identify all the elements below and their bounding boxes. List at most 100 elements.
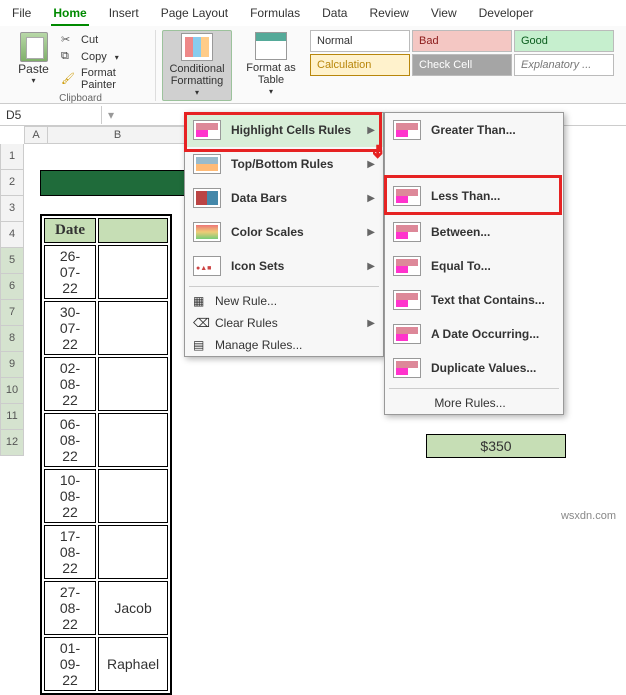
menu-equal-to[interactable]: Equal To... bbox=[385, 249, 563, 283]
tab-formulas[interactable]: Formulas bbox=[248, 4, 302, 26]
row-4[interactable]: 4 bbox=[0, 222, 24, 248]
menu-label: Text that Contains... bbox=[431, 293, 545, 307]
ribbon-tabs: File Home Insert Page Layout Formulas Da… bbox=[0, 0, 626, 26]
row-1[interactable]: 1 bbox=[0, 144, 24, 170]
paste-label: Paste bbox=[18, 62, 49, 76]
menu-between[interactable]: Between... bbox=[385, 215, 563, 249]
style-bad[interactable]: Bad bbox=[412, 30, 512, 52]
menu-duplicate-values[interactable]: Duplicate Values... bbox=[385, 351, 563, 385]
cell-name-jacob[interactable]: Jacob bbox=[98, 581, 168, 635]
menu-date-occurring[interactable]: A Date Occurring... bbox=[385, 317, 563, 351]
copy-icon: ⧉ bbox=[61, 50, 75, 64]
menu-label: Color Scales bbox=[231, 225, 304, 239]
menu-text-contains[interactable]: Text that Contains... bbox=[385, 283, 563, 317]
chevron-right-icon: ▶ bbox=[367, 193, 375, 204]
chevron-right-icon: ▶ bbox=[367, 261, 375, 272]
menu-icon-sets[interactable]: Icon Sets▶ bbox=[185, 249, 383, 283]
col-A[interactable]: A bbox=[24, 126, 48, 144]
row-10[interactable]: 10 bbox=[0, 378, 24, 404]
row-5[interactable]: 5 bbox=[0, 248, 24, 274]
clipboard-label: Clipboard bbox=[12, 92, 149, 105]
row-2[interactable]: 2 bbox=[0, 170, 24, 196]
menu-clear-rules[interactable]: ⌫Clear Rules▶ bbox=[185, 312, 383, 334]
icon-sets-icon bbox=[193, 256, 221, 276]
style-explanatory[interactable]: Explanatory ... bbox=[514, 54, 614, 76]
tab-developer[interactable]: Developer bbox=[477, 4, 536, 26]
style-calculation[interactable]: Calculation bbox=[310, 54, 410, 76]
cut-label: Cut bbox=[81, 34, 98, 46]
paste-button[interactable]: Paste ▾ bbox=[12, 30, 55, 92]
row-3[interactable]: 3 bbox=[0, 196, 24, 222]
manage-rules-icon: ▤ bbox=[193, 338, 204, 352]
highlight-cells-icon bbox=[193, 120, 221, 140]
cut-button[interactable]: ✂Cut bbox=[59, 32, 149, 48]
menu-label: A Date Occurring... bbox=[431, 327, 539, 341]
chevron-right-icon: ▶ bbox=[367, 227, 375, 238]
tab-page-layout[interactable]: Page Layout bbox=[159, 4, 230, 26]
menu-label: Duplicate Values... bbox=[431, 361, 536, 375]
style-check-cell[interactable]: Check Cell bbox=[412, 54, 512, 76]
menu-highlight-cells-rules[interactable]: Highlight Cells Rules▶ bbox=[185, 113, 383, 147]
cell-date-6[interactable]: 27-08-22 bbox=[44, 581, 96, 635]
cell-styles-gallery[interactable]: Normal Bad Good Calculation Check Cell E… bbox=[310, 30, 614, 76]
tab-view[interactable]: View bbox=[429, 4, 459, 26]
painter-label: Format Painter bbox=[81, 67, 147, 91]
chevron-right-icon: ▶ bbox=[367, 318, 375, 329]
cell-date-2[interactable]: 02-08-22 bbox=[44, 357, 96, 411]
menu-label: More Rules... bbox=[434, 396, 505, 410]
cell-name-raphael[interactable]: Raphael bbox=[98, 637, 168, 691]
tab-review[interactable]: Review bbox=[367, 4, 410, 26]
duplicate-values-icon bbox=[393, 358, 421, 378]
row-12[interactable]: 12 bbox=[0, 430, 24, 456]
cell-date-1[interactable]: 30-07-22 bbox=[44, 301, 96, 355]
row-9[interactable]: 9 bbox=[0, 352, 24, 378]
style-normal[interactable]: Normal bbox=[310, 30, 410, 52]
format-painter-button[interactable]: 🖌Format Painter bbox=[59, 66, 149, 92]
tab-home[interactable]: Home bbox=[51, 4, 88, 26]
conditional-formatting-menu: Highlight Cells Rules▶ Top/Bottom Rules▶… bbox=[184, 112, 384, 357]
conditional-formatting-icon bbox=[181, 33, 213, 61]
equal-to-icon bbox=[393, 256, 421, 276]
color-scales-icon bbox=[193, 222, 221, 242]
cell-date-3[interactable]: 06-08-22 bbox=[44, 413, 96, 467]
clear-rules-icon: ⌫ bbox=[193, 316, 210, 330]
name-box[interactable]: D5 bbox=[0, 106, 102, 124]
row-6[interactable]: 6 bbox=[0, 274, 24, 300]
styles-group: Conditional Formatting▾ Format as Table▾… bbox=[156, 30, 620, 101]
menu-color-scales[interactable]: Color Scales ▶ bbox=[185, 215, 383, 249]
menu-more-rules[interactable]: More Rules... bbox=[385, 392, 563, 414]
tab-insert[interactable]: Insert bbox=[107, 4, 141, 26]
top-bottom-icon bbox=[193, 154, 221, 174]
cell-date-5[interactable]: 17-08-22 bbox=[44, 525, 96, 579]
conditional-formatting-button[interactable]: Conditional Formatting▾ bbox=[162, 30, 232, 101]
copy-button[interactable]: ⧉Copy▾ bbox=[59, 49, 149, 65]
tab-file[interactable]: File bbox=[10, 4, 33, 26]
menu-label: Between... bbox=[431, 225, 490, 239]
row-8[interactable]: 8 bbox=[0, 326, 24, 352]
menu-label: Data Bars bbox=[231, 191, 287, 205]
tab-data[interactable]: Data bbox=[320, 4, 349, 26]
price-cell[interactable]: $350 bbox=[426, 434, 566, 458]
less-than-icon bbox=[393, 186, 421, 206]
menu-top-bottom-rules[interactable]: Top/Bottom Rules▶ bbox=[185, 147, 383, 181]
col-B[interactable]: B bbox=[48, 126, 188, 144]
menu-data-bars[interactable]: Data Bars ▶ bbox=[185, 181, 383, 215]
new-rule-icon: ▦ bbox=[193, 294, 204, 308]
cell-date-4[interactable]: 10-08-22 bbox=[44, 469, 96, 523]
menu-manage-rules[interactable]: ▤Manage Rules... bbox=[185, 334, 383, 356]
data-table: Date 26-07-22 30-07-22 02-08-22 06-08-22… bbox=[40, 214, 172, 695]
watermark: wsxdn.com bbox=[561, 510, 616, 522]
highlight-cells-submenu: Greater Than... Less Than... Between... … bbox=[384, 112, 564, 415]
format-as-table-button[interactable]: Format as Table▾ bbox=[236, 30, 306, 99]
row-7[interactable]: 7 bbox=[0, 300, 24, 326]
menu-label: Less Than... bbox=[431, 189, 500, 203]
greater-than-icon bbox=[393, 120, 421, 140]
style-good[interactable]: Good bbox=[514, 30, 614, 52]
menu-less-than[interactable]: Less Than... bbox=[385, 179, 563, 213]
menu-greater-than[interactable]: Greater Than... bbox=[385, 113, 563, 147]
cell-date-0[interactable]: 26-07-22 bbox=[44, 245, 96, 299]
row-11[interactable]: 11 bbox=[0, 404, 24, 430]
cell-date-7[interactable]: 01-09-22 bbox=[44, 637, 96, 691]
menu-new-rule[interactable]: ▦New Rule... bbox=[185, 290, 383, 312]
row-headers: 1 2 3 4 5 6 7 8 9 10 11 12 bbox=[0, 144, 24, 456]
